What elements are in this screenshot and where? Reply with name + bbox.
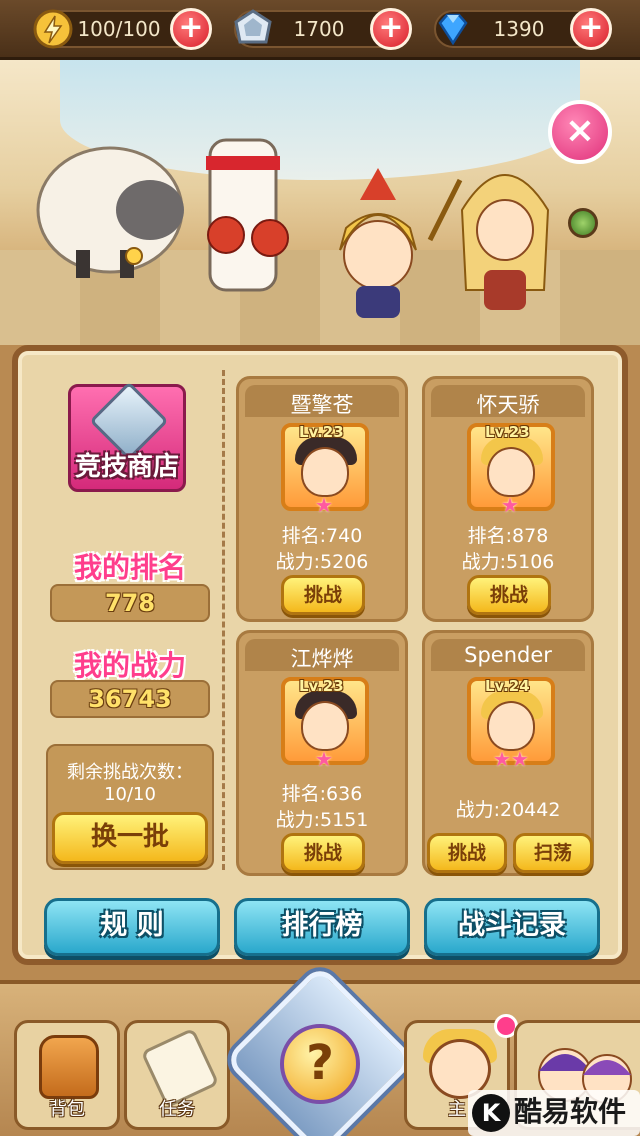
opponent-card: 暨擎苍 Lv.23 ★ 排名:740 战力:5206 挑战 [236,376,408,622]
energy-counter: 100/100 + [33,8,212,50]
valkyrie-hero [339,168,463,318]
opponent-avatar[interactable]: Lv.24 ★★ [467,677,555,771]
diamond-icon [438,13,468,46]
opponent-level: Lv.24 [485,677,530,695]
opponent-power: 战力:5106 [461,551,555,573]
challenge-button[interactable]: 挑战 [427,833,507,873]
add-energy-button[interactable]: + [170,8,212,50]
opponent-rank: 排名:740 [281,525,363,547]
opponent-rank: 排名:636 [281,783,363,805]
opponent-name: 暨擎苍 [290,393,354,417]
avatar-face [487,447,535,497]
lightning-icon [33,9,73,49]
opponent-avatar[interactable]: Lv.23 ★ [467,423,555,517]
remaining-challenges-label: 剩余挑战次数： [67,762,193,783]
opponent-card: 怀天骄 Lv.23 ★ 排名:878 战力:5106 挑战 [422,376,594,622]
arena-scene [0,60,640,345]
watermark-logo-icon: K [472,1094,510,1132]
opponent-power: 战力:5206 [275,551,369,573]
my-rank-title: 我的排名 [73,551,186,584]
add-diamond-button[interactable]: + [570,8,612,50]
blonde-ally [460,174,550,310]
medal-value: 1700 [293,17,345,41]
diamond-counter: 1390 + [434,8,612,50]
center-mystery-button[interactable]: ? [280,1024,360,1104]
opponent-power: 战力:5151 [275,809,369,831]
opponent-avatar[interactable]: Lv.23 ★ [281,423,369,517]
site-watermark: K 酷易软件园 [468,1090,640,1136]
opponent-level: Lv.23 [485,423,530,441]
opponent-level: Lv.23 [299,677,344,695]
sheep-pet [36,146,184,278]
star-icon: ★ [315,747,333,771]
opponent-card: Spender Lv.24 ★★ 战力:20442 挑战 扫荡 [422,630,594,876]
panel-divider [222,370,225,870]
star-icon: ★ [315,493,333,517]
rules-button[interactable]: 规 则 [44,898,220,956]
watermark-text: 酷易软件园 [514,1095,627,1128]
my-rank-value: 778 [50,584,210,622]
punching-bag [206,138,289,292]
pet-medallion-icon[interactable] [568,208,598,238]
nav-tasks-label: 任务 [159,1099,195,1120]
challenge-button[interactable]: 挑战 [281,575,365,615]
opponent-name: 怀天骄 [476,393,540,417]
opponent-name: Spender [464,643,552,667]
scene-characters [36,138,550,318]
star-icon: ★ [501,493,519,517]
opponent-avatar[interactable]: Lv.23 ★ [281,677,369,771]
opponent-card: 江烨烨 Lv.23 ★ 排名:636 战力:5151 挑战 [236,630,408,876]
remaining-challenges-count: 10/10 [104,784,156,805]
my-power-title: 我的战力 [73,649,186,682]
nav-bag-label: 背包 [49,1099,85,1120]
avatar-face [301,447,349,497]
opponent-name: 江烨烨 [290,647,354,671]
opponent-rank: 排名:878 [467,525,549,547]
battle-log-button[interactable]: 战斗记录 [424,898,600,956]
opponent-power: 战力:20442 [455,799,561,821]
star-icon: ★★ [493,747,529,771]
add-medal-button[interactable]: + [370,8,412,50]
energy-value: 100/100 [77,17,161,41]
sweep-button[interactable]: 扫荡 [513,833,593,873]
avatar-face [301,701,349,751]
refresh-opponents-button[interactable]: 换一批 [52,812,208,864]
medal-icon [234,9,272,44]
nav-tasks[interactable]: 任务 [124,1020,230,1130]
backpack-icon [39,1035,99,1099]
arena-shop-label: 竞技商店 [74,452,179,482]
challenge-button[interactable]: 挑战 [281,833,365,873]
leaderboard-button[interactable]: 排行榜 [234,898,410,956]
challenge-button[interactable]: 挑战 [467,575,551,615]
medal-counter: 1700 + [234,8,412,50]
opponent-level: Lv.23 [299,423,344,441]
avatar-face [487,701,535,751]
my-power-value: 36743 [50,680,210,718]
diamond-value: 1390 [493,17,545,41]
nav-bag[interactable]: 背包 [14,1020,120,1130]
resource-bar: 100/100 + 1700 + 1390 + [0,0,640,60]
close-button[interactable]: × [548,100,612,164]
